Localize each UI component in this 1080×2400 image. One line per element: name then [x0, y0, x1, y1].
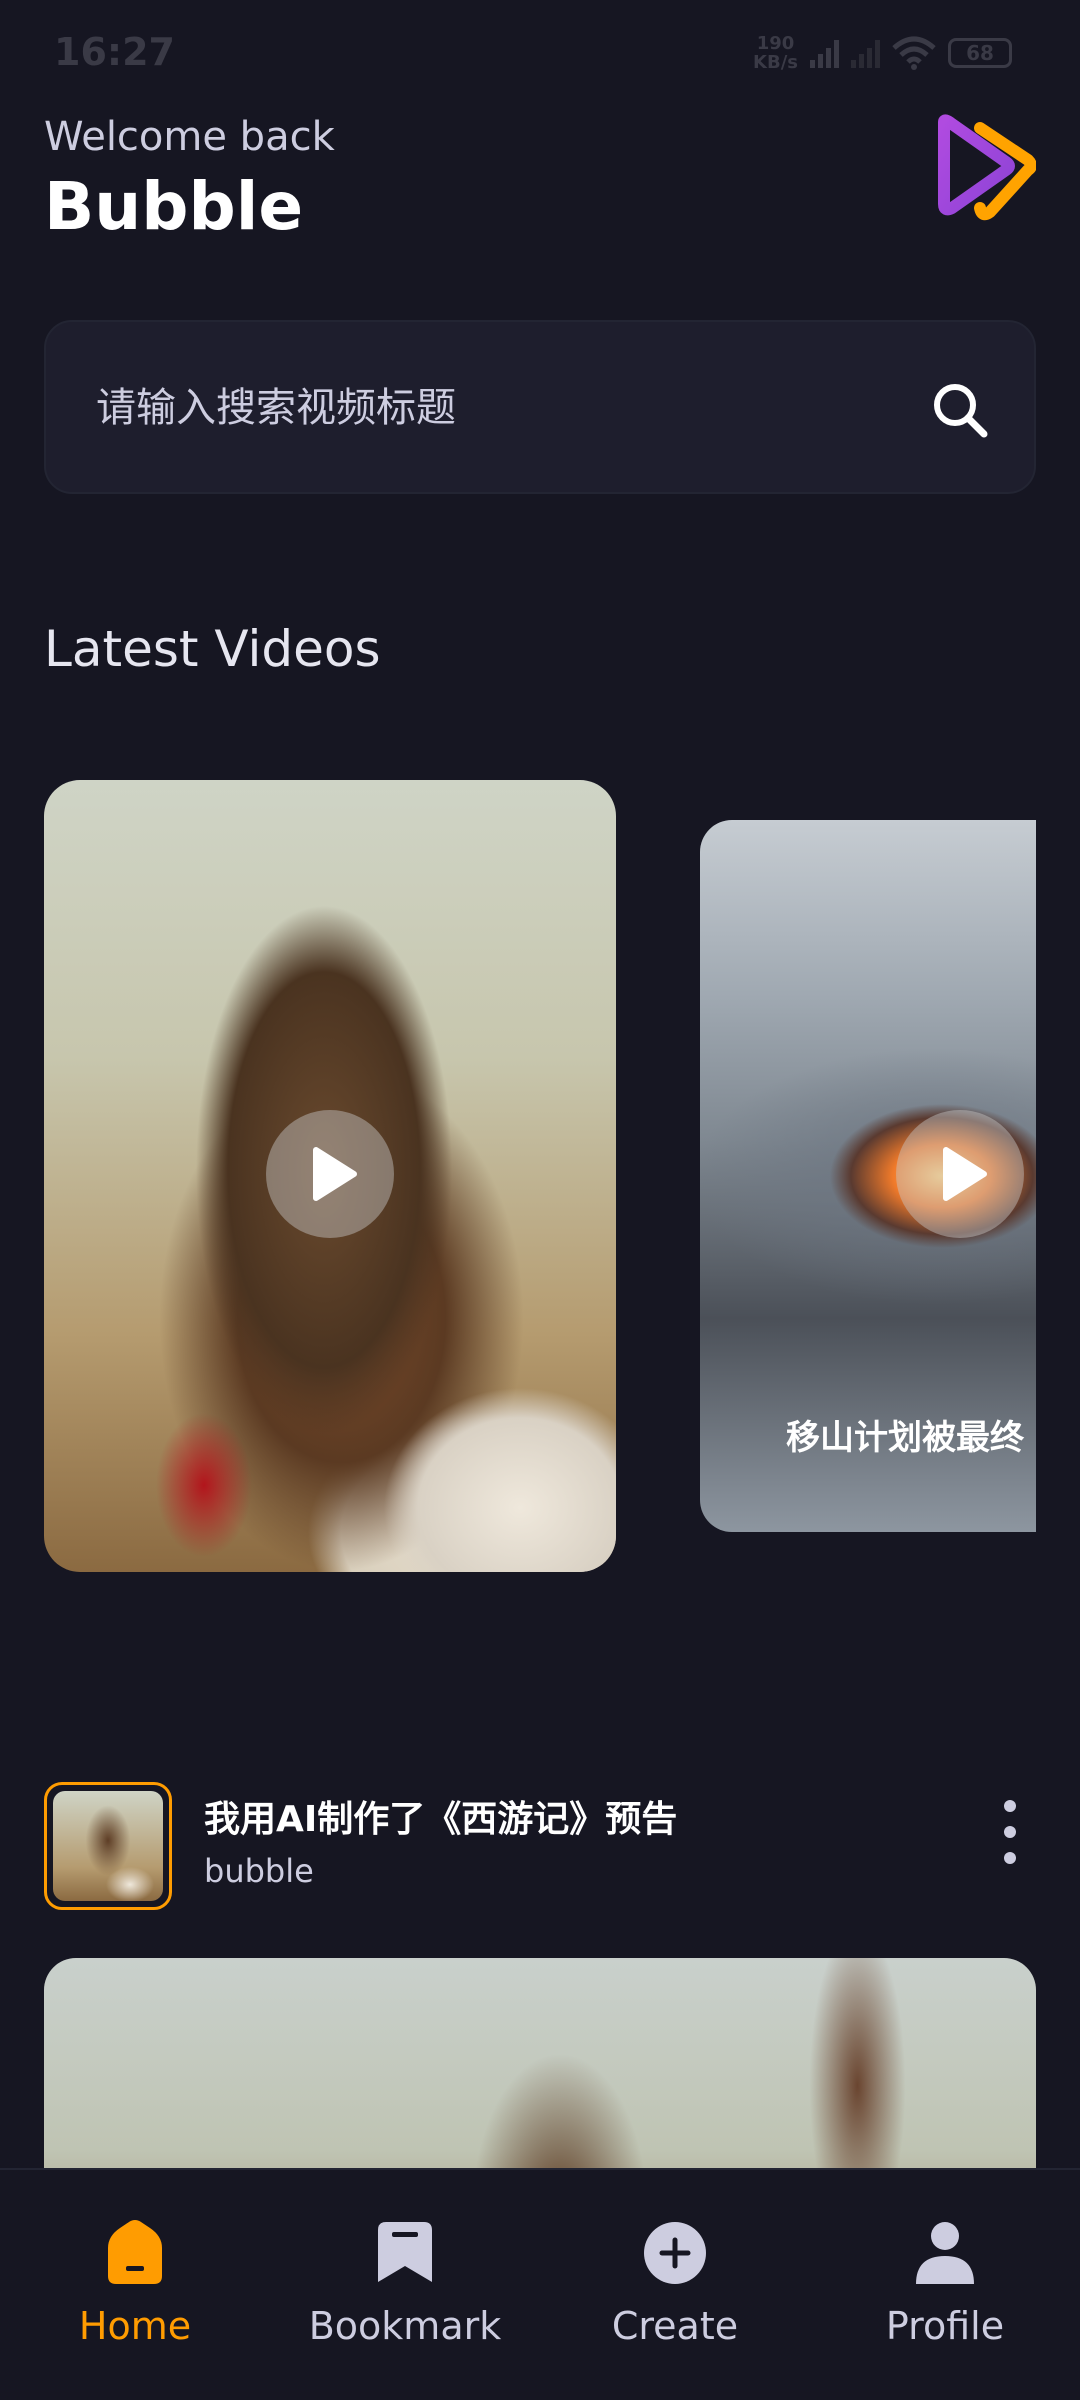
post-title[interactable]: 我用AI制作了《西游记》预告 [204, 1790, 677, 1842]
nav-create[interactable]: Create [540, 2170, 810, 2400]
bubble-logo-icon [938, 114, 1036, 221]
welcome-text: Welcome back [44, 114, 335, 160]
signal-secondary-icon [851, 38, 880, 68]
nav-label-home: Home [78, 2304, 192, 2348]
nav-bookmark[interactable]: Bookmark [270, 2170, 540, 2400]
network-speed: 190 KB/s [753, 34, 798, 72]
signal-icon [810, 38, 839, 68]
nav-profile[interactable]: Profile [810, 2170, 1080, 2400]
bottom-nav: Home Bookmark Create Profile [0, 2168, 1080, 2400]
network-speed-value: 190 [756, 33, 795, 54]
status-bar: 16:27 190 KB/s 68 [0, 0, 1080, 110]
nav-label-bookmark: Bookmark [308, 2304, 502, 2348]
bookmark-icon [378, 2222, 432, 2282]
play-button[interactable] [266, 1110, 394, 1238]
status-time: 16:27 [54, 30, 175, 74]
video-caption: 移山计划被最终 [786, 1418, 1024, 1458]
search-input[interactable] [96, 372, 896, 444]
nav-label-create: Create [611, 2304, 739, 2348]
post-avatar[interactable] [44, 1782, 172, 1910]
video-card-featured[interactable] [44, 780, 616, 1572]
play-icon [943, 1147, 987, 1201]
status-icons: 190 KB/s 68 [753, 34, 1012, 72]
wifi-icon [892, 36, 936, 70]
play-button[interactable] [896, 1110, 1024, 1238]
nav-label-profile: Profile [885, 2304, 1005, 2348]
username: Bubble [44, 168, 304, 245]
battery-icon: 68 [948, 38, 1012, 68]
plus-icon [644, 2222, 706, 2284]
thumbnail-detail [144, 1400, 264, 1570]
post-author: bubble [204, 1852, 314, 1890]
section-title-latest-videos: Latest Videos [44, 620, 381, 678]
search-bar[interactable] [44, 320, 1036, 494]
avatar-image [53, 1791, 163, 1901]
home-icon [108, 2220, 162, 2284]
play-icon [313, 1147, 357, 1201]
app-screen: 16:27 190 KB/s 68 Welcome back Bubble 请输… [0, 0, 1080, 2400]
profile-icon [916, 2222, 974, 2284]
search-icon[interactable] [930, 380, 990, 440]
video-card-secondary[interactable]: 移山计划被最终 [700, 820, 1036, 1532]
nav-home[interactable]: Home [0, 2170, 270, 2400]
more-options-icon[interactable] [996, 1800, 1024, 1864]
thumbnail-detail [344, 1340, 616, 1572]
network-speed-unit: KB/s [753, 52, 798, 73]
